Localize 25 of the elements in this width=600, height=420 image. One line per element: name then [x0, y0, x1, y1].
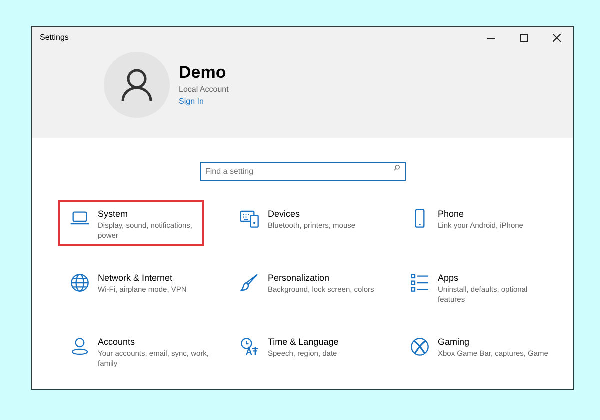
category-title: Devices: [268, 208, 302, 221]
person-icon: [70, 337, 90, 357]
maximize-icon: [520, 34, 528, 42]
category-title: Network & Internet: [98, 272, 174, 285]
category-title: Accounts: [98, 336, 136, 349]
account-name: Demo: [179, 62, 228, 84]
category-title: Time & Language: [268, 336, 340, 349]
search-field[interactable]: Find a setting: [200, 162, 406, 181]
category-title: Personalization: [268, 272, 331, 285]
account-type: Local Account: [179, 84, 229, 96]
category-title: System: [98, 208, 130, 221]
person-icon: [121, 68, 153, 102]
category-title: Gaming: [438, 336, 471, 349]
close-icon: [552, 34, 560, 42]
keyboard-icon: [240, 209, 260, 229]
search-icon: [394, 164, 400, 170]
window-title: Settings: [40, 32, 69, 44]
language-icon: [240, 337, 260, 357]
brush-icon: [240, 273, 260, 293]
sign-in-link[interactable]: Sign In: [179, 96, 229, 108]
xbox-icon: [410, 337, 430, 357]
list-icon: [410, 273, 430, 293]
globe-icon: [70, 273, 90, 293]
category-title: Apps: [438, 272, 460, 285]
category-title: Phone: [438, 208, 466, 221]
